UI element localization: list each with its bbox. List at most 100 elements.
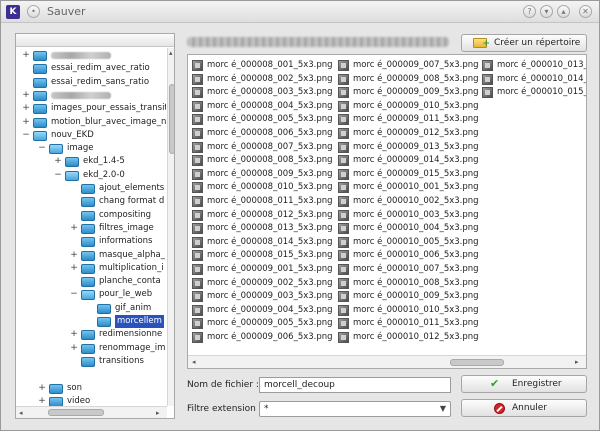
title-bar[interactable]: K • Sauver ? ▾ ▴ ✕ xyxy=(1,1,599,23)
expand-icon[interactable]: + xyxy=(70,222,78,235)
path-bar[interactable] xyxy=(187,37,449,47)
file-item[interactable]: morc é_000009_015_5x3.png xyxy=(338,168,482,182)
folder-tree[interactable]: + essai_redim_avec_ratio essai_redim_sans_… xyxy=(15,33,175,419)
file-item[interactable]: morc é_000009_003_5x3.png xyxy=(192,290,336,304)
tree-item[interactable]: + redimensionne xyxy=(16,328,166,341)
files-scroll-left-icon[interactable]: ◂ xyxy=(192,357,196,367)
expand-icon[interactable]: + xyxy=(22,116,30,129)
tree-item[interactable]: gif_anim xyxy=(16,302,166,315)
expand-icon[interactable]: + xyxy=(70,328,78,341)
tree-item[interactable]: planche_conta xyxy=(16,275,166,288)
tree-item[interactable]: − nouv_EKD xyxy=(16,129,166,142)
tree-item[interactable]: + multiplication_i xyxy=(16,262,166,275)
file-item[interactable]: morc é_000010_013_ xyxy=(482,59,586,73)
file-item[interactable]: morc é_000008_004_5x3.png xyxy=(192,100,336,114)
tree-item[interactable]: + images_pour_essais_transit xyxy=(16,102,166,115)
file-item[interactable]: morc é_000008_003_5x3.png xyxy=(192,86,336,100)
tree-item[interactable]: + masque_alpha_ xyxy=(16,249,166,262)
file-item[interactable]: morc é_000009_006_5x3.png xyxy=(192,331,336,345)
file-item[interactable]: morc é_000009_002_5x3.png xyxy=(192,277,336,291)
file-item[interactable]: morc é_000010_009_5x3.png xyxy=(338,290,482,304)
file-item[interactable]: morc é_000008_008_5x3.png xyxy=(192,154,336,168)
expand-icon[interactable]: + xyxy=(54,155,62,168)
tree-item[interactable]: + video xyxy=(16,395,166,406)
menu-circle-icon[interactable]: • xyxy=(27,5,40,18)
file-item[interactable]: morc é_000010_014_ xyxy=(482,73,586,87)
scroll-left-icon[interactable]: ◂ xyxy=(19,408,23,418)
tree-vscroll-thumb[interactable] xyxy=(169,84,174,154)
filename-input[interactable]: morcell_decoup xyxy=(259,377,451,393)
file-item[interactable]: morc é_000010_004_5x3.png xyxy=(338,222,482,236)
expand-icon[interactable]: + xyxy=(22,49,30,62)
file-item[interactable]: morc é_000010_012_5x3.png xyxy=(338,331,482,345)
file-item[interactable]: morc é_000010_010_5x3.png xyxy=(338,304,482,318)
new-directory-button[interactable]: Créer un répertoire xyxy=(461,34,587,52)
file-item[interactable]: morc é_000008_007_5x3.png xyxy=(192,141,336,155)
panel-splitter[interactable] xyxy=(178,35,182,419)
tree-item[interactable]: + xyxy=(16,89,166,102)
expand-icon[interactable]: + xyxy=(22,102,30,115)
tree-item[interactable]: informations xyxy=(16,235,166,248)
scroll-right-icon[interactable]: ▸ xyxy=(156,408,160,418)
expand-icon[interactable]: + xyxy=(22,89,30,102)
file-item[interactable]: morc é_000009_014_5x3.png xyxy=(338,154,482,168)
file-item[interactable]: morc é_000010_007_5x3.png xyxy=(338,263,482,277)
file-item[interactable]: morc é_000009_012_5x3.png xyxy=(338,127,482,141)
file-item[interactable]: morc é_000008_006_5x3.png xyxy=(192,127,336,141)
file-item[interactable]: morc é_000009_004_5x3.png xyxy=(192,304,336,318)
tree-item[interactable]: + son xyxy=(16,382,166,395)
tree-item[interactable]: + filtres_image xyxy=(16,222,166,235)
maximize-icon[interactable]: ▴ xyxy=(557,5,570,18)
tree-item[interactable]: ajout_elements xyxy=(16,182,166,195)
tree-horizontal-scrollbar[interactable]: ◂ ▸ xyxy=(16,406,167,418)
file-item[interactable]: morc é_000010_015_ xyxy=(482,86,586,100)
tree-item[interactable]: + ekd_1.4-5 xyxy=(16,155,166,168)
file-item[interactable]: morc é_000008_005_5x3.png xyxy=(192,113,336,127)
help-icon[interactable]: ? xyxy=(523,5,536,18)
tree-hscroll-thumb[interactable] xyxy=(48,409,104,416)
tree-item[interactable]: chang format d xyxy=(16,195,166,208)
collapse-icon[interactable]: − xyxy=(54,169,62,182)
tree-item[interactable]: − ekd_2.0-0 xyxy=(16,169,166,182)
file-item[interactable]: morc é_000009_007_5x3.png xyxy=(338,59,482,73)
file-item[interactable]: morc é_000009_009_5x3.png xyxy=(338,86,482,100)
expand-icon[interactable]: + xyxy=(38,395,46,406)
tree-item[interactable]: morcellem xyxy=(16,315,166,328)
file-item[interactable]: morc é_000010_001_5x3.png xyxy=(338,181,482,195)
tree-item[interactable]: + xyxy=(16,49,166,62)
tree-item[interactable]: + motion_blur_avec_image_n xyxy=(16,116,166,129)
scroll-up-icon[interactable]: ▴ xyxy=(169,48,173,58)
expand-icon[interactable]: + xyxy=(70,342,78,355)
tree-item[interactable]: − pour_le_web xyxy=(16,288,166,301)
file-item[interactable]: morc é_000008_012_5x3.png xyxy=(192,209,336,223)
file-item[interactable]: morc é_000010_003_5x3.png xyxy=(338,209,482,223)
file-item[interactable]: morc é_000008_001_5x3.png xyxy=(192,59,336,73)
file-item[interactable]: morc é_000009_001_5x3.png xyxy=(192,263,336,277)
filter-extension-select[interactable]: * ▼ xyxy=(259,401,451,417)
files-scroll-right-icon[interactable]: ▸ xyxy=(575,357,579,367)
collapse-icon[interactable]: − xyxy=(70,288,78,301)
file-item[interactable]: morc é_000010_011_5x3.png xyxy=(338,317,482,331)
tree-item[interactable] xyxy=(16,368,166,381)
file-item[interactable]: morc é_000009_013_5x3.png xyxy=(338,141,482,155)
expand-icon[interactable]: + xyxy=(70,249,78,262)
file-item[interactable]: morc é_000008_013_5x3.png xyxy=(192,222,336,236)
minimize-icon[interactable]: ▾ xyxy=(540,5,553,18)
save-button[interactable]: ✔ Enregistrer xyxy=(461,375,587,393)
file-item[interactable]: morc é_000008_014_5x3.png xyxy=(192,236,336,250)
file-item[interactable]: morc é_000009_011_5x3.png xyxy=(338,113,482,127)
collapse-icon[interactable]: − xyxy=(22,129,30,142)
tree-item[interactable]: compositing xyxy=(16,209,166,222)
close-icon[interactable]: ✕ xyxy=(579,5,592,18)
expand-icon[interactable]: + xyxy=(70,262,78,275)
tree-vertical-scrollbar[interactable]: ▴ xyxy=(167,48,174,406)
collapse-icon[interactable]: − xyxy=(38,142,46,155)
file-item[interactable]: morc é_000010_006_5x3.png xyxy=(338,249,482,263)
file-item[interactable]: morc é_000008_011_5x3.png xyxy=(192,195,336,209)
expand-icon[interactable]: + xyxy=(38,382,46,395)
file-item[interactable]: morc é_000008_009_5x3.png xyxy=(192,168,336,182)
tree-item[interactable]: + renommage_im xyxy=(16,342,166,355)
file-item[interactable]: morc é_000010_002_5x3.png xyxy=(338,195,482,209)
files-hscroll-thumb[interactable] xyxy=(450,359,504,366)
file-item[interactable]: morc é_000008_015_5x3.png xyxy=(192,249,336,263)
